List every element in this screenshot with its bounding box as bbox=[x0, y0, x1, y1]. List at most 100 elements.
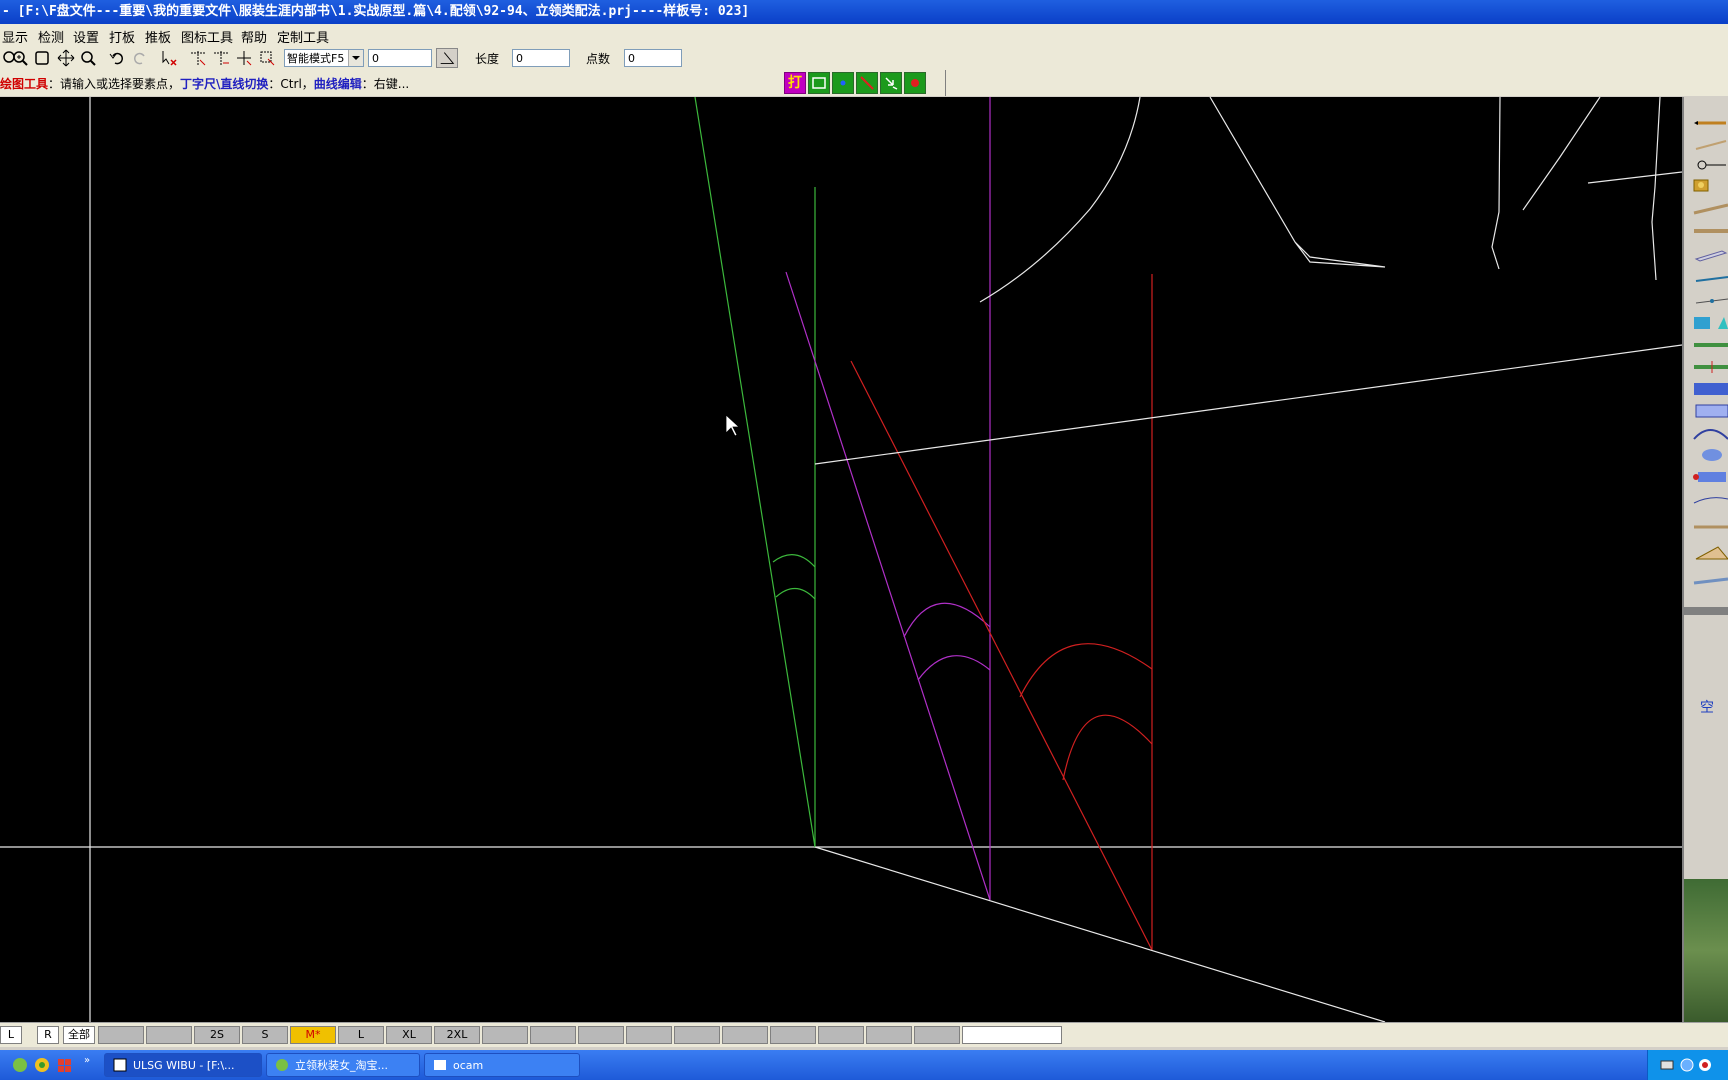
zoom-in-icon[interactable] bbox=[11, 49, 29, 67]
pan-icon[interactable] bbox=[57, 49, 75, 67]
triangle-ruler-icon[interactable] bbox=[1692, 545, 1728, 561]
rectangle-icon bbox=[812, 77, 826, 89]
points-field[interactable]: 0 bbox=[624, 49, 682, 67]
scale-tool-icon[interactable] bbox=[1692, 517, 1728, 533]
size-slot[interactable] bbox=[914, 1026, 960, 1044]
point-tool-1-icon[interactable] bbox=[189, 49, 207, 67]
angle-tool-icon[interactable] bbox=[436, 48, 458, 68]
task-label: 立领秋装女_淘宝... bbox=[295, 1059, 388, 1072]
menu-settings[interactable]: 设置 bbox=[73, 27, 99, 46]
point-tool-button[interactable] bbox=[832, 72, 854, 94]
menu-display[interactable]: 显示 bbox=[2, 27, 28, 46]
volume-icon[interactable] bbox=[1698, 1058, 1712, 1072]
size-slot[interactable] bbox=[146, 1026, 192, 1044]
size-slot[interactable] bbox=[722, 1026, 768, 1044]
redo-icon[interactable] bbox=[131, 49, 149, 67]
size-slot[interactable] bbox=[482, 1026, 528, 1044]
chevron-down-icon[interactable] bbox=[348, 50, 363, 66]
size-slot[interactable] bbox=[770, 1026, 816, 1044]
stop-tool-button[interactable] bbox=[904, 72, 926, 94]
text-tool-icon[interactable] bbox=[1692, 381, 1728, 397]
task-label: ocam bbox=[453, 1059, 484, 1072]
menu-pattern[interactable]: 打板 bbox=[109, 27, 135, 46]
length-field[interactable]: 0 bbox=[512, 49, 570, 67]
drawing-canvas[interactable] bbox=[0, 97, 1682, 1022]
hint-sep-1: ：请输入或选择要素点， bbox=[48, 77, 181, 91]
taskbar-task-ocam[interactable]: ocam bbox=[424, 1053, 580, 1077]
quick-launch-app-icon[interactable] bbox=[56, 1057, 72, 1073]
mouse-cursor-icon bbox=[725, 414, 741, 437]
size-slot[interactable] bbox=[866, 1026, 912, 1044]
size-slot[interactable] bbox=[674, 1026, 720, 1044]
ruler-tool-1-icon[interactable] bbox=[1692, 201, 1728, 217]
network-icon[interactable] bbox=[1680, 1058, 1694, 1072]
taskbar-task-browser[interactable]: 立领秋装女_淘宝... bbox=[266, 1053, 420, 1077]
mode-value-field[interactable]: 0 bbox=[368, 49, 432, 67]
straight-ruler-icon[interactable] bbox=[1692, 573, 1728, 589]
needle-tool-icon[interactable] bbox=[1692, 271, 1728, 287]
zoom-out-icon[interactable] bbox=[79, 49, 97, 67]
size-s[interactable]: S bbox=[242, 1026, 288, 1044]
size-l[interactable]: L bbox=[338, 1026, 384, 1044]
red-collar-curve-1 bbox=[1019, 643, 1153, 698]
size-slot[interactable] bbox=[626, 1026, 672, 1044]
pencil-tool-icon[interactable] bbox=[1692, 115, 1728, 131]
quick-launch-browser-icon[interactable] bbox=[34, 1057, 50, 1073]
undo-icon[interactable] bbox=[108, 49, 126, 67]
select-delete-icon[interactable] bbox=[160, 49, 178, 67]
menu-help[interactable]: 帮助 bbox=[241, 27, 267, 46]
menu-custom-tools[interactable]: 定制工具 bbox=[277, 27, 329, 46]
white-shoulder-line bbox=[814, 344, 1682, 465]
size-l-button[interactable]: L bbox=[0, 1026, 22, 1044]
point-tool-2-icon[interactable] bbox=[212, 49, 230, 67]
menu-bar: 显示 检测 设置 打板 推板 图标工具 帮助 定制工具 bbox=[0, 24, 1728, 47]
fit-page-icon[interactable] bbox=[33, 49, 51, 67]
line-icon bbox=[860, 76, 874, 90]
chevron-right-icon[interactable]: » bbox=[84, 1055, 90, 1066]
size-slot[interactable] bbox=[818, 1026, 864, 1044]
print-button[interactable]: 打 bbox=[784, 72, 806, 94]
green-bar-tool-2-icon[interactable] bbox=[1692, 359, 1728, 375]
dot-icon bbox=[840, 80, 846, 86]
pin-tool-icon[interactable] bbox=[1692, 293, 1728, 309]
fraction-tool-icon[interactable] bbox=[1692, 491, 1728, 507]
curve-tool-icon[interactable] bbox=[1692, 425, 1728, 441]
size-slot[interactable] bbox=[578, 1026, 624, 1044]
shape-tool-icon[interactable] bbox=[1692, 315, 1728, 331]
green-bar-tool-1-icon[interactable] bbox=[1692, 337, 1728, 353]
desktop-wallpaper-peek bbox=[1684, 879, 1728, 1022]
arrow-tool-button[interactable] bbox=[880, 72, 902, 94]
point-tool-4-icon[interactable] bbox=[258, 49, 276, 67]
line-tool-button[interactable] bbox=[856, 72, 878, 94]
size-slot[interactable] bbox=[530, 1026, 576, 1044]
stop-icon bbox=[911, 79, 919, 87]
menu-check[interactable]: 检测 bbox=[38, 27, 64, 46]
knife-tool-icon[interactable] bbox=[1692, 247, 1728, 263]
magenta-slant-line bbox=[785, 271, 991, 901]
frame-tool-icon[interactable] bbox=[1692, 403, 1728, 419]
size-2xl[interactable]: 2XL bbox=[434, 1026, 480, 1044]
size-2s[interactable]: 2S bbox=[194, 1026, 240, 1044]
drop-tool-icon[interactable] bbox=[1692, 447, 1728, 463]
keyboard-icon[interactable] bbox=[1660, 1058, 1674, 1072]
hint-curve-edit: 曲线编辑 bbox=[313, 77, 362, 91]
size-all-button[interactable]: 全部 bbox=[63, 1026, 95, 1044]
size-xl[interactable]: XL bbox=[386, 1026, 432, 1044]
size-slot[interactable] bbox=[962, 1026, 1062, 1044]
taskbar-task-cad[interactable]: ULSG WIBU - [F:\... bbox=[104, 1053, 262, 1077]
compass-tool-icon[interactable] bbox=[1692, 157, 1728, 173]
point-tool-3-icon[interactable] bbox=[235, 49, 253, 67]
ruler-line-icon[interactable] bbox=[1692, 137, 1728, 153]
size-r-button[interactable]: R bbox=[37, 1026, 59, 1044]
ruler-tool-2-icon[interactable] bbox=[1692, 223, 1728, 239]
quick-launch-ie-icon[interactable] bbox=[12, 1057, 28, 1073]
size-m-active[interactable]: M* bbox=[290, 1026, 336, 1044]
menu-icon-tools[interactable]: 图标工具 bbox=[181, 27, 233, 46]
size-slot[interactable] bbox=[98, 1026, 144, 1044]
tape-measure-icon[interactable] bbox=[1692, 177, 1728, 193]
pleat-tool-icon[interactable] bbox=[1692, 469, 1728, 485]
mode-select[interactable]: 智能模式F5 bbox=[284, 49, 364, 67]
rect-tool-button[interactable] bbox=[808, 72, 830, 94]
menu-grading[interactable]: 推板 bbox=[145, 27, 171, 46]
system-tray bbox=[1647, 1050, 1728, 1080]
